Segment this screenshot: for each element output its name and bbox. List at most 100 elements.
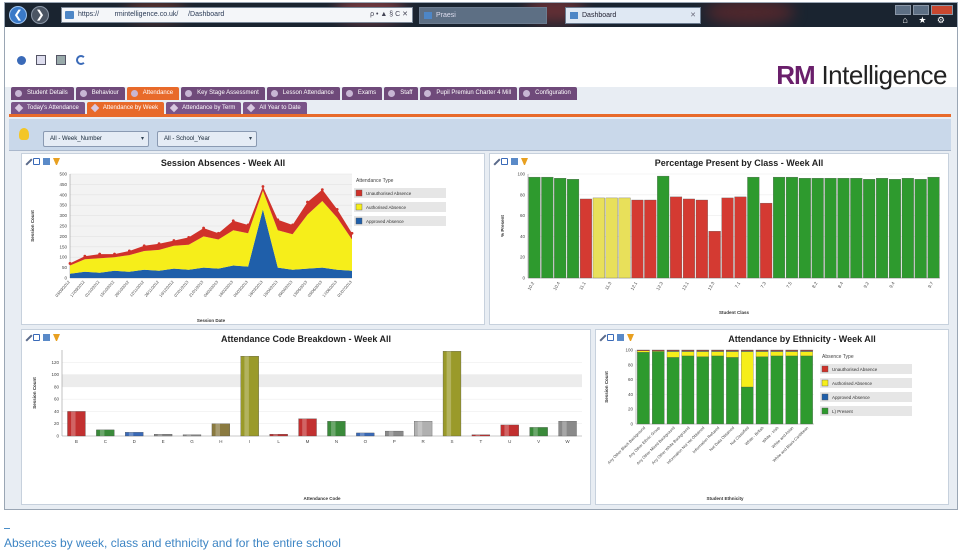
bar-highlight bbox=[128, 432, 134, 436]
lightbulb-icon[interactable] bbox=[19, 128, 29, 140]
week-filter-value: All - Week_Number bbox=[50, 136, 102, 142]
logo-text: Intelligence bbox=[821, 60, 947, 90]
bar-highlight bbox=[157, 434, 163, 436]
subtab-attendance-by-week[interactable]: Attendance by Week bbox=[86, 102, 165, 114]
address-bar[interactable]: https:// rmintelligence.co.uk/ /Dashboar… bbox=[61, 7, 413, 23]
bar-segment bbox=[726, 357, 739, 425]
y-tick-label: 0 bbox=[56, 434, 59, 439]
data-point bbox=[291, 223, 295, 227]
bar-highlight bbox=[99, 429, 105, 436]
bar-segment bbox=[755, 356, 769, 425]
tab-pupil-premium[interactable]: Pupil Premiun Charter 4 Mill bbox=[420, 87, 518, 100]
subtab-attendance-by-term[interactable]: Attendance by Term bbox=[166, 102, 242, 114]
x-tick-label: B bbox=[75, 439, 78, 444]
legend-label: Approved Absence bbox=[366, 219, 404, 224]
bar bbox=[385, 430, 404, 437]
tab-lesson-attendance[interactable]: Lesson Attendance bbox=[266, 87, 340, 100]
data-point bbox=[187, 236, 191, 239]
figure-caption: Absences by week, class and ethnicity an… bbox=[4, 536, 341, 550]
session-absences-panel: Session Absences - Week All 0 50 100 150 200… bbox=[21, 153, 485, 325]
tab-student-details[interactable]: Student Details bbox=[11, 87, 74, 100]
bar-segment bbox=[785, 349, 798, 351]
sub-tab-bar: Today's Attendance Attendance by Week At… bbox=[11, 102, 307, 114]
x-tick-label: O bbox=[364, 439, 368, 444]
bar-highlight bbox=[417, 421, 423, 436]
minimize-button[interactable] bbox=[895, 5, 911, 15]
print-icon[interactable] bbox=[36, 55, 46, 65]
tab-attendance[interactable]: Attendance bbox=[126, 87, 180, 100]
x-tick-label: N bbox=[335, 439, 338, 444]
data-point bbox=[142, 244, 146, 248]
site-icon bbox=[65, 11, 74, 19]
tab-key-stage-assessment[interactable]: Key Stage Assessment bbox=[181, 87, 265, 100]
bar-segment bbox=[711, 349, 724, 351]
x-tick-label: V bbox=[537, 439, 540, 444]
bar-segment bbox=[637, 350, 650, 353]
subtab-todays-attendance[interactable]: Today's Attendance bbox=[11, 102, 85, 114]
bar bbox=[773, 176, 786, 279]
data-point bbox=[83, 254, 87, 258]
browser-right-tools[interactable]: ⌂ ★ ⚙ bbox=[902, 15, 949, 26]
x-tick-label: 10.4 bbox=[552, 281, 561, 292]
browser-tab-praesi[interactable]: Praesi bbox=[419, 7, 547, 24]
bar-highlight bbox=[388, 431, 394, 436]
window-controls bbox=[895, 5, 953, 15]
tab-icon bbox=[570, 12, 578, 19]
session-absences-chart: 05010015020025030035040045050003/09/2012… bbox=[30, 172, 446, 323]
bar bbox=[850, 178, 863, 279]
y-tick-label: 40 bbox=[628, 392, 634, 397]
bar bbox=[211, 423, 230, 437]
y-tick-label: 100 bbox=[517, 172, 525, 177]
attendance-code-panel: Attendance Code Breakdown - Week All 0 20… bbox=[21, 329, 591, 505]
tab-configuration[interactable]: Configuration bbox=[519, 87, 577, 100]
bar bbox=[356, 432, 375, 437]
forward-button[interactable]: ❯ bbox=[31, 6, 49, 24]
legend-title: Absence Type bbox=[822, 354, 854, 360]
bar-segment bbox=[755, 351, 769, 357]
bar bbox=[747, 176, 760, 279]
rm-intelligence-logo: RM Intelligence bbox=[776, 60, 947, 91]
y-tick-label: 80 bbox=[520, 192, 526, 197]
browser-tab-label: Praesi bbox=[436, 12, 456, 19]
attendance-ethnicity-chart: 020406080100Any Other Black BackgroundAn… bbox=[604, 348, 912, 501]
bar-segment bbox=[770, 351, 784, 357]
home-icon[interactable] bbox=[17, 55, 26, 65]
close-tab-icon[interactable]: ✕ bbox=[690, 8, 696, 23]
bar-highlight bbox=[331, 421, 336, 436]
y-tick-label: 100 bbox=[51, 372, 59, 377]
data-point bbox=[157, 242, 161, 246]
bar-segment bbox=[637, 349, 650, 351]
bar bbox=[901, 178, 914, 279]
browser-tab-dashboard[interactable]: Dashboard ✕ bbox=[565, 7, 701, 24]
x-tick-label: H bbox=[219, 439, 222, 444]
bar-segment bbox=[652, 351, 665, 425]
y-tick-label: 60 bbox=[54, 397, 60, 402]
legend-title: Attendance Type bbox=[356, 178, 394, 184]
y-tick-label: 40 bbox=[520, 234, 526, 239]
maximize-button[interactable] bbox=[913, 5, 929, 15]
tab-exams[interactable]: Exams bbox=[341, 87, 383, 100]
data-point bbox=[113, 252, 116, 256]
bar bbox=[567, 179, 580, 279]
tab-behaviour[interactable]: Behaviour bbox=[75, 87, 125, 100]
save-icon[interactable] bbox=[56, 55, 66, 65]
school-year-filter-dropdown[interactable]: All - School_Year ▾ bbox=[157, 131, 257, 147]
subtab-all-year-to-date[interactable]: All Year to Date bbox=[243, 102, 307, 114]
y-tick-label: 100 bbox=[625, 348, 633, 353]
close-window-button[interactable] bbox=[931, 5, 953, 15]
bar-highlight bbox=[446, 351, 452, 436]
data-point bbox=[350, 231, 354, 235]
bar bbox=[269, 434, 288, 437]
y-tick-label: 20 bbox=[520, 255, 526, 260]
tab-staff[interactable]: Staff bbox=[384, 87, 419, 100]
week-filter-dropdown[interactable]: All - Week_Number ▾ bbox=[43, 131, 149, 147]
bar-highlight bbox=[475, 434, 480, 436]
y-tick-label: 120 bbox=[51, 360, 59, 365]
plot-band bbox=[62, 374, 582, 387]
bar bbox=[500, 424, 519, 437]
filter-bar: All - Week_Number ▾ All - School_Year ▾ bbox=[9, 119, 951, 151]
refresh-icon[interactable] bbox=[76, 55, 86, 65]
address-controls[interactable]: ρ • ▲ § C ✕ bbox=[370, 8, 408, 22]
bar-segment bbox=[696, 351, 709, 357]
back-button[interactable]: ❮ bbox=[9, 6, 27, 24]
